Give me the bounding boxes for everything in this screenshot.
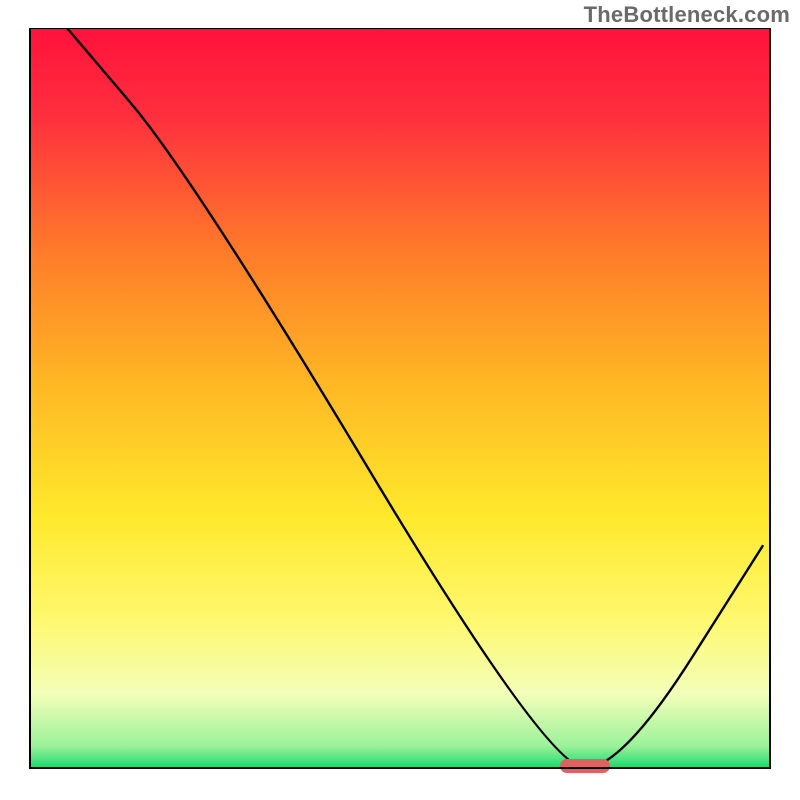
bottleneck-chart — [10, 28, 790, 790]
plot-area — [30, 28, 770, 768]
watermark-text: TheBottleneck.com — [584, 2, 790, 28]
optimum-marker — [560, 759, 610, 773]
